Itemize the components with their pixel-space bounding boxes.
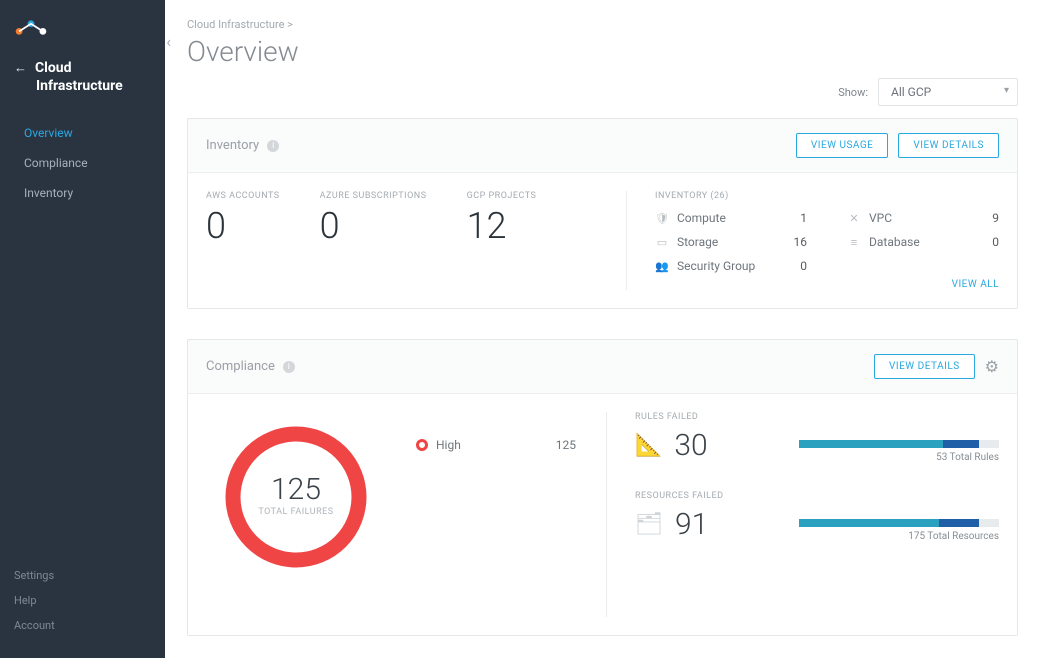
rules-failed-stat: RULES FAILED 📐 30 xyxy=(635,412,999,463)
inventory-item-count: 1 xyxy=(800,211,807,225)
inventory-item-vpc[interactable]: ✕ VPC 9 xyxy=(847,211,999,225)
compliance-panel: Compliance i VIEW DETAILS ⚙ 125 TOTAL xyxy=(187,339,1018,636)
view-all-link[interactable]: VIEW ALL xyxy=(655,279,999,290)
sidebar-item-settings[interactable]: Settings xyxy=(14,563,151,588)
rules-failed-value: 30 xyxy=(674,428,707,463)
info-icon[interactable]: i xyxy=(267,140,279,152)
resources-failed-stat: RESOURCES FAILED 🗂 91 xyxy=(635,491,999,542)
arrow-left-icon: ← xyxy=(14,60,27,76)
page-title: Overview xyxy=(187,35,1018,68)
counter-gcp: GCP PROJECTS 12 xyxy=(467,191,537,290)
resources-failed-label: RESOURCES FAILED xyxy=(635,491,724,501)
show-label: Show: xyxy=(838,86,868,99)
inventory-panel: Inventory i VIEW USAGE VIEW DETAILS AWS … xyxy=(187,118,1018,309)
counter-label: GCP PROJECTS xyxy=(467,191,537,201)
inventory-list-label: INVENTORY (26) xyxy=(655,191,999,201)
counter-value: 12 xyxy=(467,205,537,247)
inventory-item-compute[interactable]: 🛡 Compute 1 xyxy=(655,211,807,225)
chart-legend: High 125 xyxy=(416,412,576,617)
inventory-panel-title: Inventory xyxy=(206,138,259,153)
view-usage-button[interactable]: VIEW USAGE xyxy=(796,133,889,158)
inventory-item-name: Storage xyxy=(677,235,794,249)
disk-icon: ▭ xyxy=(655,236,669,249)
view-details-button[interactable]: VIEW DETAILS xyxy=(874,354,975,379)
total-failures-value: 125 xyxy=(258,472,333,507)
failures-donut-chart: 125 TOTAL FAILURES xyxy=(206,412,386,617)
inventory-item-storage[interactable]: ▭ Storage 16 xyxy=(655,235,807,249)
sidebar-footer: Settings Help Account xyxy=(0,563,165,658)
sidebar-item-compliance[interactable]: Compliance xyxy=(0,148,165,178)
legend-value-high: 125 xyxy=(556,438,576,452)
counter-value: 0 xyxy=(206,205,280,247)
stack-icon: 🗂 xyxy=(635,512,663,537)
resources-total-label: 175 Total Resources xyxy=(799,531,999,542)
info-icon[interactable]: i xyxy=(283,361,295,373)
gear-icon[interactable]: ⚙ xyxy=(985,357,999,376)
inventory-item-security-group[interactable]: 👥 Security Group 0 xyxy=(655,259,807,273)
sidebar-menu: Overview Compliance Inventory xyxy=(0,118,165,208)
sidebar: ‹ ← Cloud Infrastructure Overview Compli… xyxy=(0,0,165,658)
resources-failed-value: 91 xyxy=(675,507,708,542)
counter-label: AZURE SUBSCRIPTIONS xyxy=(320,191,427,201)
inventory-item-count: 9 xyxy=(992,211,999,225)
inventory-item-name: Security Group xyxy=(677,259,800,273)
compliance-panel-title: Compliance xyxy=(206,359,275,374)
counter-value: 0 xyxy=(320,205,427,247)
inventory-item-count: 0 xyxy=(992,235,999,249)
app-logo-icon xyxy=(14,23,48,42)
inventory-item-name: Compute xyxy=(677,211,800,225)
sidebar-item-account[interactable]: Account xyxy=(14,613,151,638)
collapse-sidebar-icon[interactable]: ‹ xyxy=(166,32,171,51)
module-title-line1: Cloud xyxy=(35,60,72,76)
rules-progress-bar xyxy=(799,440,999,448)
module-title-line2: Infrastructure xyxy=(14,78,151,94)
counter-aws: AWS ACCOUNTS 0 xyxy=(206,191,280,290)
group-icon: 👥 xyxy=(655,260,669,273)
sidebar-item-inventory[interactable]: Inventory xyxy=(0,178,165,208)
counter-label: AWS ACCOUNTS xyxy=(206,191,280,201)
counter-azure: AZURE SUBSCRIPTIONS 0 xyxy=(320,191,427,290)
ruler-icon: 📐 xyxy=(635,433,662,458)
rules-total-label: 53 Total Rules xyxy=(799,452,999,463)
main-content: Cloud Infrastructure > Overview Show: Al… xyxy=(165,0,1040,658)
database-icon: ≡ xyxy=(847,236,861,249)
network-icon: ✕ xyxy=(847,212,861,225)
module-back-link[interactable]: ← Cloud xyxy=(14,60,151,76)
rules-failed-label: RULES FAILED xyxy=(635,412,708,422)
inventory-item-count: 0 xyxy=(800,259,807,273)
sidebar-item-overview[interactable]: Overview xyxy=(0,118,165,148)
show-filter-select[interactable]: All GCP xyxy=(878,78,1018,106)
legend-dot-high-icon xyxy=(416,439,428,451)
inventory-item-count: 16 xyxy=(794,235,808,249)
legend-label-high: High xyxy=(436,438,461,452)
breadcrumb[interactable]: Cloud Infrastructure > xyxy=(187,18,1018,31)
total-failures-label: TOTAL FAILURES xyxy=(258,507,333,517)
shield-icon: 🛡 xyxy=(655,212,669,225)
inventory-item-name: VPC xyxy=(869,211,992,225)
inventory-item-database[interactable]: ≡ Database 0 xyxy=(847,235,999,249)
show-filter-value: All GCP xyxy=(891,85,931,99)
resources-progress-bar xyxy=(799,519,999,527)
view-details-button[interactable]: VIEW DETAILS xyxy=(898,133,999,158)
sidebar-item-help[interactable]: Help xyxy=(14,588,151,613)
inventory-item-name: Database xyxy=(869,235,992,249)
